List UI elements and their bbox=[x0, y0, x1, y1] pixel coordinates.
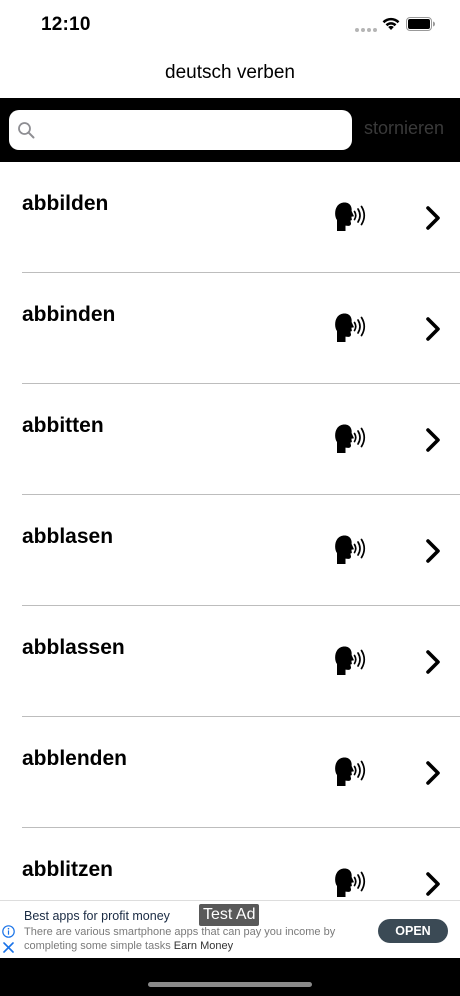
ad-open-button[interactable]: OPEN bbox=[378, 919, 448, 943]
test-ad-badge: Test Ad bbox=[199, 904, 260, 926]
speaking-head-icon[interactable] bbox=[333, 200, 367, 234]
chevron-right-icon[interactable] bbox=[423, 649, 443, 675]
speaking-head-icon[interactable] bbox=[333, 644, 367, 678]
status-time: 12:10 bbox=[41, 14, 91, 35]
list-item[interactable]: abblitzen bbox=[0, 828, 460, 900]
list-item[interactable]: abbitten bbox=[0, 384, 460, 495]
info-icon[interactable] bbox=[2, 925, 15, 938]
chevron-right-icon[interactable] bbox=[423, 538, 443, 564]
verb-label: abbinden bbox=[22, 303, 116, 326]
list-item[interactable]: abblasen bbox=[0, 495, 460, 606]
verb-label: abblassen bbox=[22, 636, 125, 659]
speaking-head-icon[interactable] bbox=[333, 533, 367, 567]
speaking-head-icon[interactable] bbox=[333, 311, 367, 345]
home-indicator[interactable] bbox=[148, 982, 312, 987]
search-field[interactable] bbox=[9, 110, 352, 150]
chevron-right-icon[interactable] bbox=[423, 316, 443, 342]
status-bar: 12:10 bbox=[0, 0, 460, 50]
search-input[interactable] bbox=[43, 110, 343, 150]
list-item[interactable]: abblassen bbox=[0, 606, 460, 717]
search-icon bbox=[18, 122, 35, 139]
page-title: deutsch verben bbox=[165, 62, 295, 83]
list-item[interactable]: abbinden bbox=[0, 273, 460, 384]
verb-label: abbitten bbox=[22, 414, 104, 437]
cellular-signal-icon bbox=[355, 28, 377, 33]
speaking-head-icon[interactable] bbox=[333, 866, 367, 900]
list-item[interactable]: abblenden bbox=[0, 717, 460, 828]
chevron-right-icon[interactable] bbox=[423, 871, 443, 897]
search-bar: stornieren bbox=[0, 98, 460, 162]
chevron-right-icon[interactable] bbox=[423, 205, 443, 231]
battery-icon bbox=[406, 17, 435, 31]
wifi-icon bbox=[382, 17, 400, 30]
speaking-head-icon[interactable] bbox=[333, 755, 367, 789]
bottom-bar bbox=[0, 958, 460, 996]
ad-banner[interactable]: Best apps for profit money Test Ad There… bbox=[0, 900, 460, 958]
ad-title[interactable]: Best apps for profit money bbox=[24, 909, 170, 923]
ad-description: There are various smartphone apps that c… bbox=[24, 925, 354, 953]
ad-source: Earn Money bbox=[173, 940, 234, 952]
chevron-right-icon[interactable] bbox=[423, 760, 443, 786]
verb-list: abbilden abbinden abbitten abblasen abbl… bbox=[0, 162, 460, 900]
chevron-right-icon[interactable] bbox=[423, 427, 443, 453]
cancel-button[interactable]: stornieren bbox=[364, 118, 444, 139]
verb-label: abblasen bbox=[22, 525, 114, 548]
close-icon[interactable] bbox=[3, 942, 14, 953]
verb-label: abblenden bbox=[22, 747, 128, 770]
list-item[interactable]: abbilden bbox=[0, 162, 460, 273]
speaking-head-icon[interactable] bbox=[333, 422, 367, 456]
verb-label: abblitzen bbox=[22, 858, 114, 881]
verb-label: abbilden bbox=[22, 192, 109, 215]
